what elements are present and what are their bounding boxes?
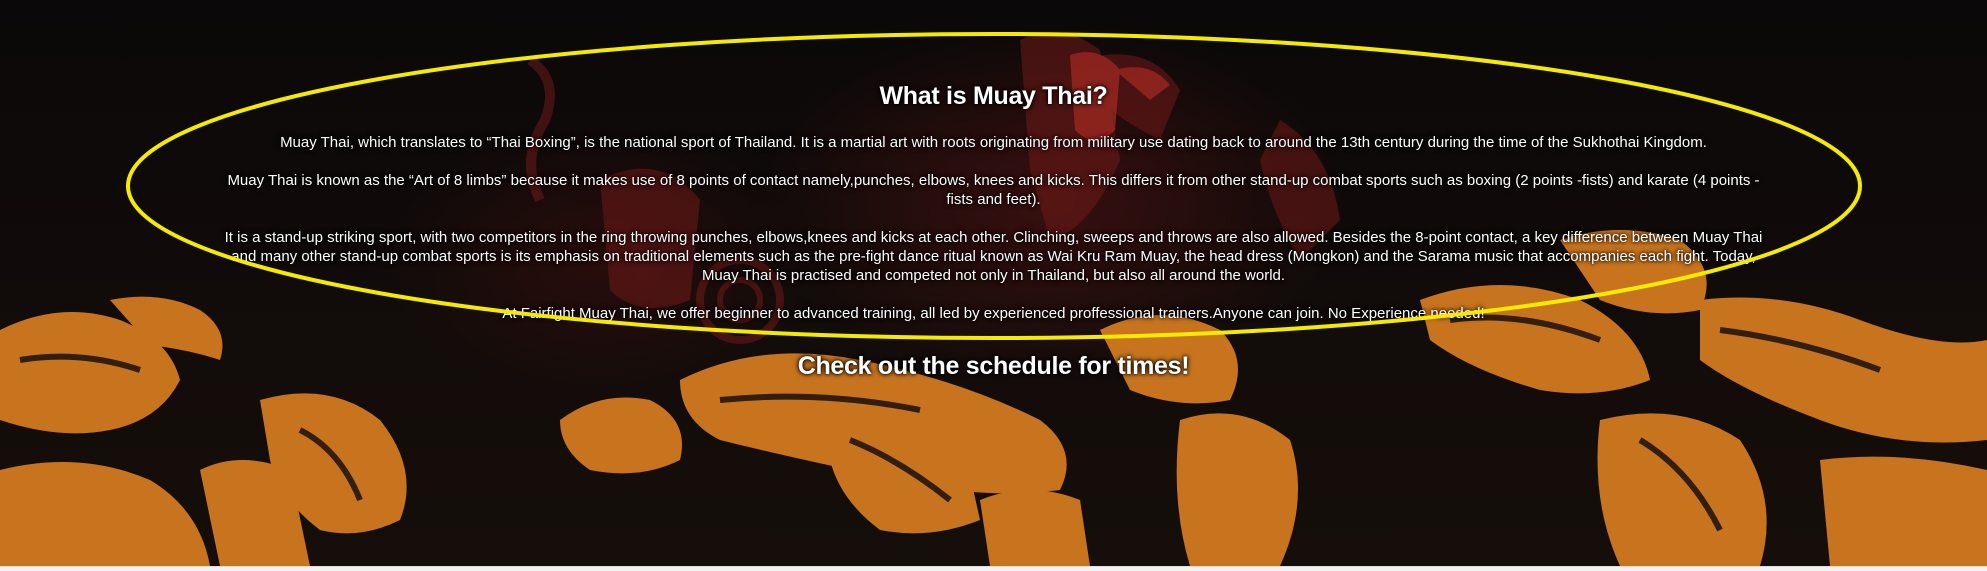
intro-paragraph-eight-limbs: Muay Thai is known as the “Art of 8 limb… <box>227 172 1760 208</box>
page-bottom-edge <box>0 566 1987 571</box>
schedule-callout: Check out the schedule for times! <box>797 352 1190 380</box>
section-title: What is Muay Thai? <box>879 82 1108 110</box>
intro-paragraph-origin: Muay Thai, which translates to “Thai Box… <box>280 134 1707 151</box>
intro-paragraph-sport-description: It is a stand-up striking sport, with tw… <box>224 229 1763 284</box>
intro-paragraph-training-offer: At Fairfight Muay Thai, we offer beginne… <box>502 305 1485 322</box>
hero-section: What is Muay Thai? Muay Thai, which tran… <box>0 0 1987 566</box>
